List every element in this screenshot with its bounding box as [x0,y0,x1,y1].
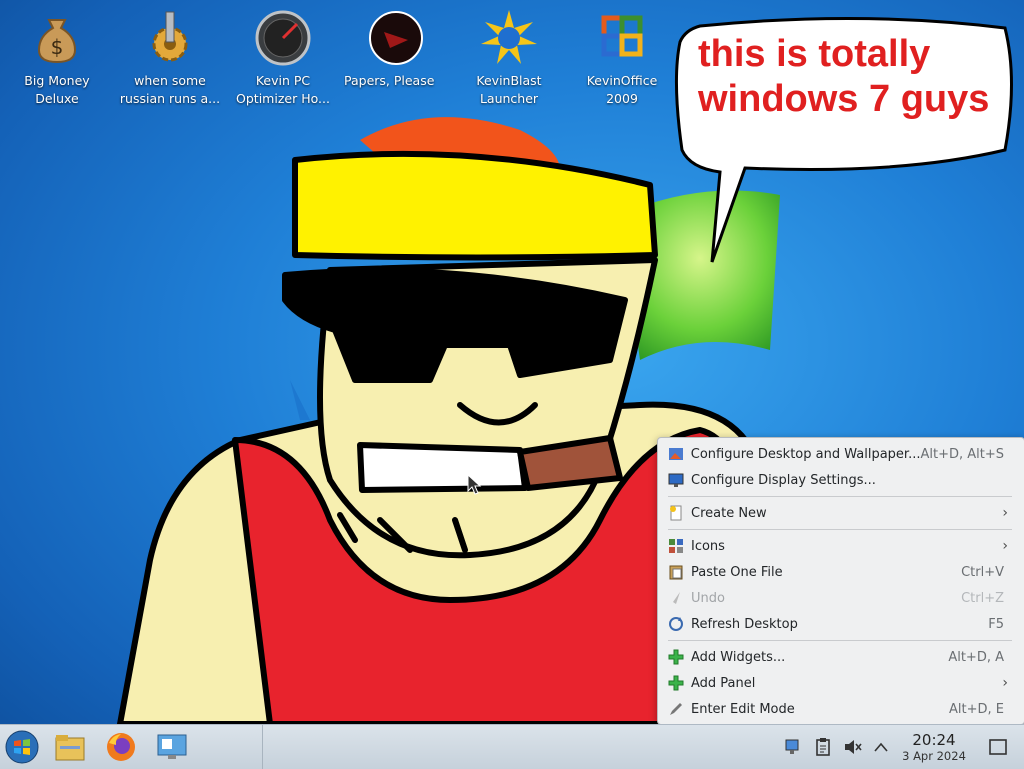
office-icon [601,15,643,57]
menu-item-shortcut: Ctrl+Z [961,590,1004,606]
start-orb-icon [5,730,39,764]
show-desktop-button[interactable] [987,736,1009,758]
desktop-icon-label: Papers, Please [344,73,435,88]
system-settings-button[interactable] [154,729,190,765]
menu-item-create-new[interactable]: Create New › [664,500,1016,526]
system-settings-icon [157,734,187,759]
menu-item-label: Add Panel [691,675,756,691]
desktop-icon-kevin-pc-optimizer[interactable]: Kevin PC Optimizer Ho... [231,6,335,108]
menu-separator [668,640,1012,641]
menu-item-shortcut: Ctrl+V [961,564,1004,580]
firefox-icon [107,733,135,761]
chevron-right-icon: › [1002,538,1008,554]
firefox-button[interactable] [103,729,139,765]
menu-item-paste[interactable]: Paste One File Ctrl+V [664,559,1016,585]
menu-separator [668,496,1012,497]
starburst-icon [481,10,537,64]
menu-item-configure-display[interactable]: Configure Display Settings... [664,467,1016,493]
chevron-right-icon: › [1002,675,1008,691]
papers-please-icon [369,11,423,65]
money-bag-icon: $ [37,19,77,64]
clipboard-icon [816,738,830,756]
menu-item-label: Refresh Desktop [691,616,798,632]
wallpaper-settings-icon [667,445,685,463]
menu-item-label: Enter Edit Mode [691,701,795,717]
undo-icon [667,589,685,607]
plus-icon [667,674,685,692]
volume-tray-button[interactable] [842,736,864,758]
clipboard-tray-button[interactable] [812,736,834,758]
menu-item-shortcut: Alt+D, A [948,649,1004,665]
clock-date: 3 Apr 2024 [902,749,966,763]
menu-item-label: Add Widgets... [691,649,786,665]
menu-item-shortcut: F5 [988,616,1004,632]
menu-item-configure-desktop[interactable]: Configure Desktop and Wallpaper... Alt+D… [664,441,1016,467]
menu-item-icons[interactable]: Icons › [664,533,1016,559]
menu-item-add-widgets[interactable]: Add Widgets... Alt+D, A [664,644,1016,670]
edit-icon [667,700,685,718]
menu-item-label: Icons [691,538,725,554]
show-desktop-icon [989,739,1007,755]
start-button[interactable] [4,729,40,765]
menu-item-add-panel[interactable]: Add Panel › [664,670,1016,696]
desktop-icon-kevinoffice-2009[interactable]: KevinOffice 2009 [570,6,674,108]
show-hidden-icons-button[interactable] [870,736,892,758]
file-manager-icon [55,735,85,761]
menu-item-enter-edit-mode[interactable]: Enter Edit Mode Alt+D, E [664,696,1016,722]
menu-item-shortcut: Alt+D, E [949,701,1004,717]
menu-item-label: Configure Display Settings... [691,472,876,488]
plus-icon [667,648,685,666]
desktop-icon-label: KevinBlast Launcher [476,73,542,106]
network-tray-button[interactable] [781,736,803,758]
desktop-icon-label: KevinOffice 2009 [586,73,658,106]
icons-grid-icon [667,537,685,555]
desktop-icon-label: Big Money Deluxe [24,73,90,106]
desktop-icon-label: Kevin PC Optimizer Ho... [236,73,330,106]
desktop-icon-kevinblast-launcher[interactable]: KevinBlast Launcher [457,6,561,108]
speech-bubble-text: this is totally windows 7 guys [698,33,990,120]
network-icon [785,739,799,754]
menu-item-refresh[interactable]: Refresh Desktop F5 [664,611,1016,637]
file-manager-button[interactable] [52,729,88,765]
new-document-icon [667,504,685,522]
desktop-icon-russian[interactable]: when some russian runs a... [118,6,222,108]
mouse-cursor [467,474,482,495]
svg-text:$: $ [51,35,64,59]
taskbar-divider [262,725,263,769]
desktop-icon-big-money-deluxe[interactable]: $ Big Money Deluxe [5,6,109,108]
gauge-icon [255,10,311,66]
menu-item-label: Configure Desktop and Wallpaper... [690,446,921,462]
refresh-icon [667,615,685,633]
menu-separator [668,529,1012,530]
menu-item-label: Create New [691,505,767,521]
menu-item-label: Undo [691,590,725,606]
volume-muted-icon [845,740,862,754]
menu-item-undo: Undo Ctrl+Z [664,585,1016,611]
chevron-up-icon [874,742,888,752]
menu-item-label: Paste One File [691,564,783,580]
clock-time: 20:24 [912,731,956,749]
menu-item-shortcut: Alt+D, Alt+S [920,446,1004,462]
chevron-right-icon: › [1002,505,1008,521]
desktop-icon-papers-please[interactable]: Papers, Please [344,6,448,90]
paste-icon [667,563,685,581]
taskbar: 20:24 3 Apr 2024 [0,724,1024,769]
display-icon [667,471,685,489]
desktop-icon-label: when some russian runs a... [119,73,221,106]
desktop-context-menu: Configure Desktop and Wallpaper... Alt+D… [657,437,1024,725]
gear-icon [152,11,188,62]
